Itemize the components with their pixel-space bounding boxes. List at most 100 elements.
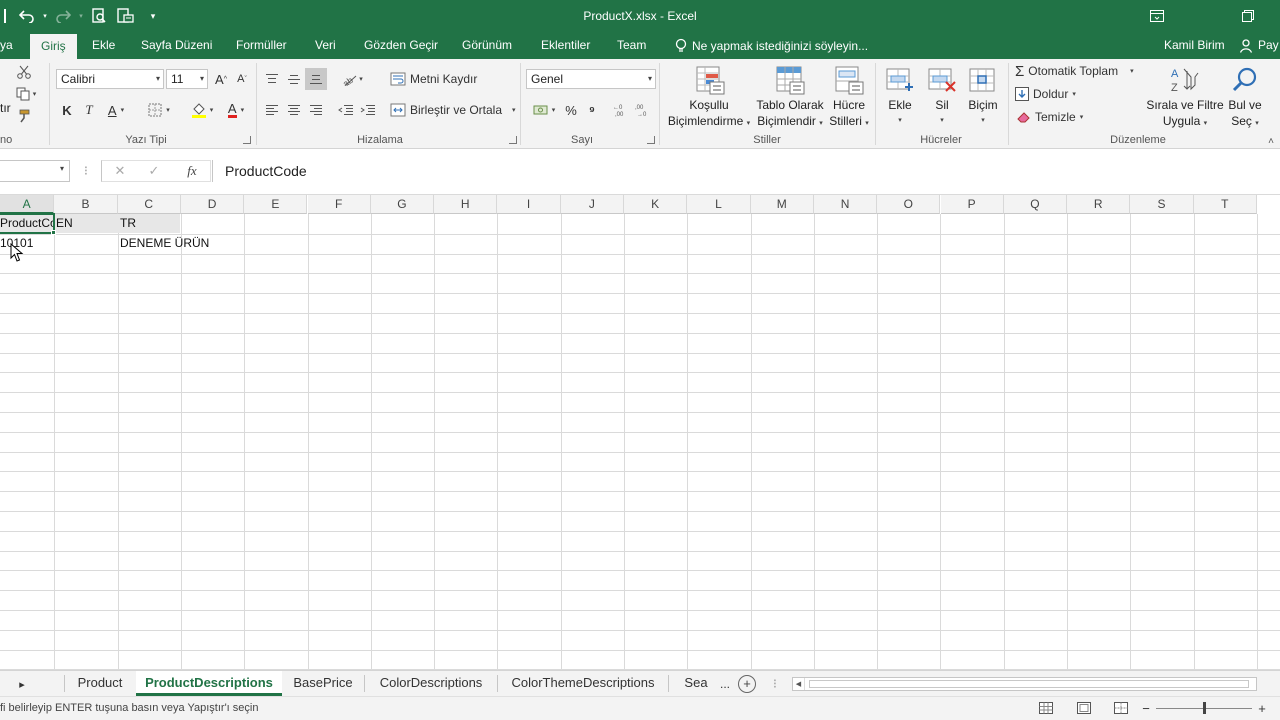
font-size-dropdown-icon[interactable]: ▾	[200, 70, 204, 88]
horizontal-scrollbar[interactable]: ◀	[792, 677, 1257, 691]
ribbon-display-options-icon[interactable]	[1142, 4, 1172, 28]
increase-indent-icon[interactable]	[358, 100, 378, 120]
grow-font-button[interactable]: A ^	[212, 70, 230, 88]
new-sheet-button[interactable]: +	[738, 675, 756, 693]
tab-team[interactable]: Team	[617, 32, 646, 59]
top-align-icon[interactable]	[262, 69, 282, 89]
merge-center-button[interactable]: Birleştir ve Ortala ▾	[390, 100, 516, 120]
sheet-tab-productdescriptions[interactable]: ProductDescriptions	[136, 671, 282, 696]
find-select-button[interactable]: Bul ve Seç ▾	[1222, 97, 1268, 132]
name-box-dropdown-icon[interactable]: ▾	[60, 164, 64, 173]
paste-label-partial[interactable]: tır	[0, 101, 11, 115]
user-name[interactable]: Kamil Birim	[1164, 32, 1225, 59]
tab-insert[interactable]: Ekle	[92, 32, 115, 59]
insert-cells-icon[interactable]	[884, 63, 916, 97]
sheet-nav-next-icon[interactable]: ▸	[14, 675, 30, 693]
page-break-view-icon[interactable]	[1113, 701, 1129, 715]
sort-filter-icon[interactable]: AZ	[1168, 63, 1200, 97]
font-name-combo[interactable]: Calibri ▾	[56, 69, 164, 89]
collapse-ribbon-icon[interactable]: ˄	[1264, 135, 1278, 147]
tab-home[interactable]: Giriş	[30, 34, 77, 59]
sort-filter-button[interactable]: Sırala ve Filtre Uygula ▾	[1140, 97, 1230, 132]
cell-b1[interactable]: EN	[56, 213, 116, 233]
qat-edge-icon[interactable]	[0, 4, 14, 28]
font-size-combo[interactable]: 11 ▾	[166, 69, 208, 89]
column-header-e[interactable]: E	[244, 195, 308, 214]
formula-input[interactable]: ProductCode	[212, 160, 1280, 182]
tab-data[interactable]: Veri	[315, 32, 336, 59]
column-header-k[interactable]: K	[624, 195, 688, 214]
column-header-l[interactable]: L	[687, 195, 751, 214]
copy-icon[interactable]: ▾	[14, 85, 38, 103]
sheet-tab-sea[interactable]: Sea	[674, 671, 718, 696]
tab-view[interactable]: Görünüm	[462, 32, 512, 59]
autosum-button[interactable]: Σ Otomatik Toplam ▾	[1015, 62, 1145, 80]
zoom-slider-thumb[interactable]	[1203, 702, 1206, 714]
orientation-icon[interactable]: ab ▾	[336, 69, 368, 89]
page-layout-view-icon[interactable]	[1076, 701, 1092, 715]
number-format-combo[interactable]: Genel ▾	[526, 69, 656, 89]
increase-decimal-icon[interactable]: ←0,00	[612, 100, 632, 120]
tab-review[interactable]: Gözden Geçir	[364, 32, 438, 59]
alignment-dialog-launcher-icon[interactable]	[509, 136, 517, 144]
column-header-i[interactable]: I	[497, 195, 561, 214]
zoom-out-button[interactable]: −	[1140, 700, 1152, 716]
formula-bar-grip-icon[interactable]: ⁝	[80, 162, 92, 180]
format-cells-icon[interactable]	[966, 63, 1000, 97]
tab-split-grip-icon[interactable]: ⁝	[770, 675, 780, 693]
more-sheets-ellipsis[interactable]: ...	[718, 675, 732, 693]
number-dialog-launcher-icon[interactable]	[647, 136, 655, 144]
sheet-tab-baseprice[interactable]: BasePrice	[283, 671, 363, 696]
cell-c1[interactable]: TR	[120, 213, 180, 233]
print-preview-icon[interactable]	[86, 4, 112, 28]
column-header-r[interactable]: R	[1067, 195, 1131, 214]
shrink-font-button[interactable]: Aˇ	[233, 70, 251, 88]
tab-addins[interactable]: Eklentiler	[541, 32, 590, 59]
fill-color-button[interactable]: ▾	[186, 100, 218, 120]
column-header-h[interactable]: H	[434, 195, 498, 214]
underline-button[interactable]: A ▾	[101, 100, 131, 120]
quick-print-icon[interactable]	[112, 4, 138, 28]
tab-formulas[interactable]: Formüller	[236, 32, 287, 59]
align-center-icon[interactable]	[284, 100, 304, 120]
column-header-o[interactable]: O	[877, 195, 941, 214]
format-painter-icon[interactable]	[14, 107, 34, 125]
middle-align-icon[interactable]	[284, 69, 304, 89]
sheet-tab-product[interactable]: Product	[65, 671, 135, 696]
insert-cells-button[interactable]: Ekle ▾	[884, 97, 916, 129]
sheet-tab-colordescriptions[interactable]: ColorDescriptions	[365, 671, 497, 696]
percent-button[interactable]: %	[562, 100, 580, 120]
worksheet-grid[interactable]: ABCDEFGHIJKLMNOPQRST ProductCode EN TR 1…	[0, 195, 1280, 670]
wrap-text-button[interactable]: Metni Kaydır	[390, 69, 480, 89]
conditional-formatting-button[interactable]: Koşullu Biçimlendirme ▾	[664, 97, 754, 132]
tab-page-layout[interactable]: Sayfa Düzeni	[141, 32, 212, 59]
column-header-p[interactable]: P	[940, 195, 1004, 214]
italic-button[interactable]: T	[80, 100, 98, 120]
column-header-g[interactable]: G	[370, 195, 435, 214]
delete-cells-button[interactable]: Sil ▾	[926, 97, 958, 129]
font-dialog-launcher-icon[interactable]	[243, 136, 251, 144]
sheet-tab-colorthemedescriptions[interactable]: ColorThemeDescriptions	[498, 671, 668, 696]
format-as-table-button[interactable]: Tablo Olarak Biçimlendir ▾	[752, 97, 828, 132]
comma-style-button[interactable]: ⁹	[584, 100, 600, 120]
column-header-n[interactable]: N	[813, 195, 878, 214]
borders-button[interactable]: ▾	[143, 100, 175, 120]
align-right-icon[interactable]	[306, 100, 326, 120]
bold-button[interactable]: K	[58, 100, 76, 120]
scroll-left-icon[interactable]: ◀	[793, 678, 805, 690]
column-header-j[interactable]: J	[560, 195, 624, 214]
tab-file[interactable]: ya	[0, 32, 13, 59]
cell-styles-button[interactable]: Hücre Stilleri ▾	[826, 97, 872, 132]
cell-styles-icon[interactable]	[831, 63, 867, 97]
zoom-in-button[interactable]: +	[1256, 700, 1268, 716]
customize-qat-icon[interactable]: ▾	[138, 4, 168, 28]
decrease-indent-icon[interactable]	[336, 100, 356, 120]
fill-button[interactable]: Doldur ▾	[1015, 85, 1085, 103]
cell-a2[interactable]: 10101	[0, 233, 54, 253]
fill-handle[interactable]	[51, 230, 56, 235]
clear-button[interactable]: Temizle ▾	[1017, 108, 1087, 126]
column-header-t[interactable]: T	[1193, 195, 1257, 214]
confirm-entry-button[interactable]: ✓	[146, 162, 162, 180]
decrease-decimal-icon[interactable]: ,00 →0	[634, 100, 654, 120]
format-as-table-icon[interactable]	[772, 63, 808, 97]
